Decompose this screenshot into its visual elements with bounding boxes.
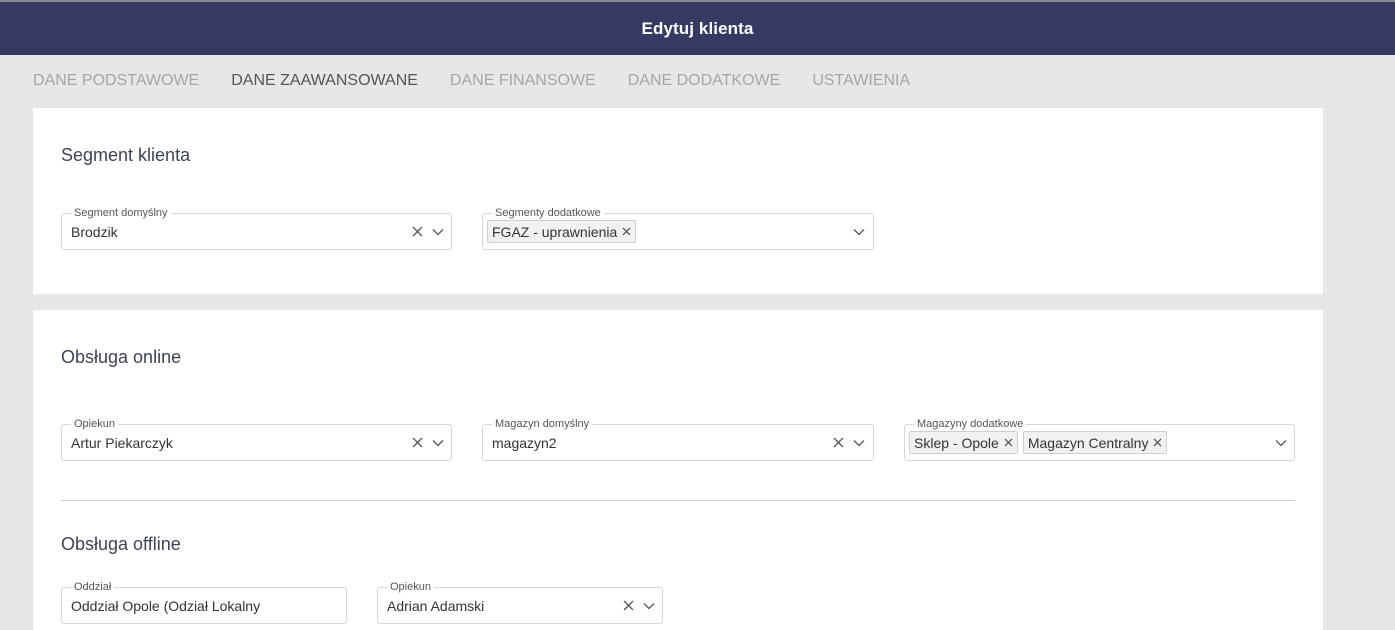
segment-card: Segment klienta Segment domyślny Brodzik… bbox=[33, 108, 1323, 294]
app-header: Edytuj klienta bbox=[0, 0, 1395, 55]
branch-value: Oddział Opole (Odział Lokalny bbox=[71, 598, 261, 614]
additional-segments-select[interactable]: Segmenty dodatkowe FGAZ - uprawnienia bbox=[482, 206, 874, 250]
chevron-down-icon[interactable] bbox=[1275, 439, 1287, 447]
chip-remove-icon[interactable] bbox=[622, 227, 631, 236]
close-icon[interactable] bbox=[412, 437, 423, 448]
warehouse-chip: Magazyn Centralny bbox=[1022, 431, 1168, 454]
tab-dane-zaawansowane[interactable]: DANE ZAAWANSOWANE bbox=[231, 72, 418, 94]
additional-warehouses-label: Magazyny dodatkowe bbox=[914, 417, 1027, 431]
chevron-down-icon[interactable] bbox=[853, 439, 865, 447]
chevron-down-icon[interactable] bbox=[432, 439, 444, 447]
default-warehouse-select[interactable]: Magazyn domyślny magazyn2 bbox=[482, 417, 874, 461]
tab-bar: DANE PODSTAWOWE DANE ZAAWANSOWANE DANE F… bbox=[33, 72, 942, 94]
tab-ustawienia[interactable]: USTAWIENIA bbox=[812, 72, 910, 94]
chip-label: Magazyn Centralny bbox=[1027, 434, 1149, 451]
additional-segments-chips: FGAZ - uprawnienia bbox=[487, 220, 641, 243]
tab-dane-finansowe[interactable]: DANE FINANSOWE bbox=[450, 72, 596, 94]
close-icon[interactable] bbox=[412, 226, 423, 237]
page-title: Edytuj klienta bbox=[641, 18, 754, 38]
close-icon[interactable] bbox=[833, 437, 844, 448]
offline-section-title: Obsługa offline bbox=[61, 534, 181, 554]
tab-dane-podstawowe[interactable]: DANE PODSTAWOWE bbox=[33, 72, 199, 94]
chip-remove-icon[interactable] bbox=[1004, 438, 1013, 447]
online-guardian-label: Opiekun bbox=[71, 417, 118, 431]
default-segment-select[interactable]: Segment domyślny Brodzik bbox=[61, 206, 452, 250]
branch-label: Oddział bbox=[71, 580, 115, 594]
online-guardian-select[interactable]: Opiekun Artur Piekarczyk bbox=[61, 417, 452, 461]
default-warehouse-label: Magazyn domyślny bbox=[492, 417, 593, 431]
default-segment-value: Brodzik bbox=[71, 224, 118, 240]
chevron-down-icon[interactable] bbox=[432, 228, 444, 236]
default-segment-label: Segment domyślny bbox=[71, 206, 171, 220]
additional-segments-label: Segmenty dodatkowe bbox=[492, 206, 604, 220]
chip-label: Sklep - Opole bbox=[914, 434, 999, 451]
additional-warehouses-select[interactable]: Magazyny dodatkowe Sklep - Opole Magazyn… bbox=[904, 417, 1295, 461]
segment-section-title: Segment klienta bbox=[61, 145, 191, 165]
section-divider bbox=[61, 500, 1295, 501]
offline-guardian-label: Opiekun bbox=[387, 580, 434, 594]
warehouse-chip: Sklep - Opole bbox=[909, 431, 1018, 454]
online-guardian-value: Artur Piekarczyk bbox=[71, 435, 173, 451]
chip-label: FGAZ - uprawnienia bbox=[492, 223, 618, 240]
default-warehouse-value: magazyn2 bbox=[492, 435, 557, 451]
additional-warehouses-chips: Sklep - Opole Magazyn Centralny bbox=[909, 431, 1172, 454]
branch-select[interactable]: Oddział Oddział Opole (Odział Lokalny bbox=[61, 580, 347, 624]
close-icon[interactable] bbox=[623, 600, 634, 611]
offline-guardian-value: Adrian Adamski bbox=[387, 598, 485, 614]
service-card: Obsługa online Opiekun Artur Piekarczyk … bbox=[33, 310, 1323, 630]
chevron-down-icon[interactable] bbox=[643, 602, 655, 610]
segment-chip: FGAZ - uprawnienia bbox=[487, 220, 637, 243]
offline-guardian-select[interactable]: Opiekun Adrian Adamski bbox=[377, 580, 663, 624]
tab-dane-dodatkowe[interactable]: DANE DODATKOWE bbox=[628, 72, 781, 94]
chevron-down-icon[interactable] bbox=[853, 228, 865, 236]
chip-remove-icon[interactable] bbox=[1153, 438, 1162, 447]
online-section-title: Obsługa online bbox=[61, 347, 182, 367]
